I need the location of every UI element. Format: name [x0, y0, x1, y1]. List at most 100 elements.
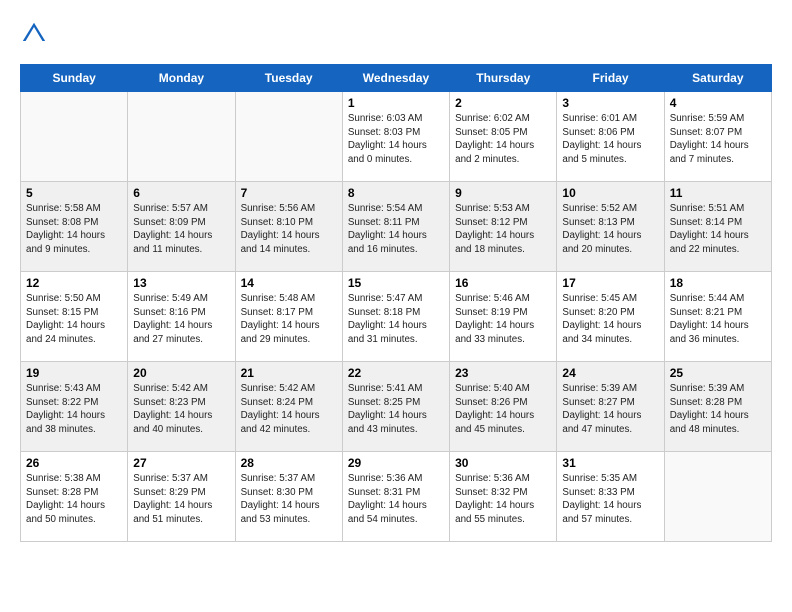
- calendar-cell: 17Sunrise: 5:45 AMSunset: 8:20 PMDayligh…: [557, 272, 664, 362]
- calendar-cell: 4Sunrise: 5:59 AMSunset: 8:07 PMDaylight…: [664, 92, 771, 182]
- sunrise-text: Sunrise: 5:43 AM: [26, 383, 101, 394]
- sunset-text: Sunset: 8:25 PM: [348, 397, 420, 408]
- calendar-cell: 23Sunrise: 5:40 AMSunset: 8:26 PMDayligh…: [450, 362, 557, 452]
- sunset-text: Sunset: 8:07 PM: [670, 127, 742, 138]
- sunset-text: Sunset: 8:28 PM: [26, 487, 98, 498]
- page-header: [20, 20, 772, 48]
- daylight-hours: Daylight: 14 hours: [670, 140, 749, 151]
- calendar-cell: 29 Sunrise: 5:36 AM Sunset: 8:31 PM Dayligh…: [342, 452, 449, 542]
- calendar-header: SundayMondayTuesdayWednesdayThursdayFrid…: [21, 65, 772, 92]
- day-number: 15: [348, 276, 444, 290]
- day-number: 19: [26, 366, 122, 380]
- daylight-minutes: and 16 minutes.: [348, 244, 418, 255]
- sunset-text: Sunset: 8:31 PM: [348, 487, 420, 498]
- day-info: Sunrise: 5:46 AMSunset: 8:19 PMDaylight:…: [455, 292, 551, 347]
- sunset-text: Sunset: 8:08 PM: [26, 217, 98, 228]
- day-number: 13: [133, 276, 229, 290]
- calendar-cell: 22Sunrise: 5:41 AMSunset: 8:25 PMDayligh…: [342, 362, 449, 452]
- daylight-minutes: and 14 minutes.: [241, 244, 311, 255]
- day-info: Sunrise: 5:36 AM Sunset: 8:31 PM Daylight:…: [348, 472, 444, 527]
- daylight-hours: Daylight: 14 hours: [562, 140, 641, 151]
- day-header-saturday: Saturday: [664, 65, 771, 92]
- daylight-hours: Daylight: 14 hours: [133, 320, 212, 331]
- day-number: 3: [562, 96, 658, 110]
- day-number: 28: [241, 456, 337, 470]
- daylight-minutes: and 24 minutes.: [26, 334, 96, 345]
- calendar-cell: 5Sunrise: 5:58 AMSunset: 8:08 PMDaylight…: [21, 182, 128, 272]
- sunset-text: Sunset: 8:19 PM: [455, 307, 527, 318]
- calendar-cell: 31Sunrise: 5:35 AMSunset: 8:33 PMDayligh…: [557, 452, 664, 542]
- daylight-hours: Daylight: 14 hours: [241, 230, 320, 241]
- calendar-week-1: 1Sunrise: 6:03 AMSunset: 8:03 PMDaylight…: [21, 92, 772, 182]
- daylight-minutes: and 47 minutes.: [562, 424, 632, 435]
- day-info: Sunrise: 5:47 AMSunset: 8:18 PMDaylight:…: [348, 292, 444, 347]
- day-info: Sunrise: 5:56 AMSunset: 8:10 PMDaylight:…: [241, 202, 337, 257]
- calendar-cell: 11 Sunrise: 5:51 AMSunset: 8:14 PMDayligh…: [664, 182, 771, 272]
- day-info: Sunrise: 5:38 AMSunset: 8:28 PMDaylight:…: [26, 472, 122, 527]
- calendar-body: 1Sunrise: 6:03 AMSunset: 8:03 PMDaylight…: [21, 92, 772, 542]
- daylight-hours: Daylight: 14 hours: [562, 410, 641, 421]
- day-info: Sunrise: 5:45 AMSunset: 8:20 PMDaylight:…: [562, 292, 658, 347]
- day-number: 10: [562, 186, 658, 200]
- sunset-text: Sunset: 8:22 PM: [26, 397, 98, 408]
- daylight-minutes: and 7 minutes.: [670, 154, 734, 165]
- sunset-text: Sunset: 8:17 PM: [241, 307, 313, 318]
- daylight-hours: Daylight: 14 hours: [348, 320, 427, 331]
- day-header-monday: Monday: [128, 65, 235, 92]
- day-info: Sunrise: 5:44 AMSunset: 8:21 PMDaylight:…: [670, 292, 766, 347]
- day-number: 7: [241, 186, 337, 200]
- day-number: 11: [670, 186, 766, 200]
- day-header-sunday: Sunday: [21, 65, 128, 92]
- sunrise-text: Sunrise: 5:54 AM: [348, 203, 423, 214]
- sunset-text: Sunset: 8:32 PM: [455, 487, 527, 498]
- daylight-hours: Daylight: 14 hours: [348, 500, 427, 511]
- calendar-cell: 16 Sunrise: 5:46 AMSunset: 8:19 PMDayligh…: [450, 272, 557, 362]
- calendar-cell: 20Sunrise: 5:42 AMSunset: 8:23 PMDayligh…: [128, 362, 235, 452]
- sunrise-text: Sunrise: 5:36 AM: [348, 473, 423, 484]
- daylight-hours: Daylight: 14 hours: [241, 500, 320, 511]
- daylight-minutes: and 5 minutes.: [562, 154, 626, 165]
- daylight-minutes: and 45 minutes.: [455, 424, 525, 435]
- calendar-cell: 27Sunrise: 5:37 AMSunset: 8:29 PMDayligh…: [128, 452, 235, 542]
- day-number: 25: [670, 366, 766, 380]
- daylight-minutes: and 43 minutes.: [348, 424, 418, 435]
- day-number: 30: [455, 456, 551, 470]
- calendar-cell: 14Sunrise: 5:48 AMSunset: 8:17 PMDayligh…: [235, 272, 342, 362]
- day-info: Sunrise: 5:42 AMSunset: 8:23 PMDaylight:…: [133, 382, 229, 437]
- calendar-cell: 18Sunrise: 5:44 AMSunset: 8:21 PMDayligh…: [664, 272, 771, 362]
- day-info: Sunrise: 5:35 AMSunset: 8:33 PMDaylight:…: [562, 472, 658, 527]
- daylight-minutes: and 34 minutes.: [562, 334, 632, 345]
- daylight-hours: Daylight: 14 hours: [348, 410, 427, 421]
- calendar-cell: 24Sunrise: 5:39 AMSunset: 8:27 PMDayligh…: [557, 362, 664, 452]
- daylight-minutes: and 29 minutes.: [241, 334, 311, 345]
- day-info: Sunrise: 5:49 AMSunset: 8:16 PMDaylight:…: [133, 292, 229, 347]
- calendar-cell: 10Sunrise: 5:52 AMSunset: 8:13 PMDayligh…: [557, 182, 664, 272]
- sunrise-text: Sunrise: 5:51 AM: [670, 203, 745, 214]
- calendar-cell: 26Sunrise: 5:38 AMSunset: 8:28 PMDayligh…: [21, 452, 128, 542]
- daylight-hours: Daylight: 14 hours: [26, 410, 105, 421]
- day-header-tuesday: Tuesday: [235, 65, 342, 92]
- day-info: Sunrise: 5:54 AMSunset: 8:11 PMDaylight:…: [348, 202, 444, 257]
- day-info: Sunrise: 5:39 AMSunset: 8:27 PMDaylight:…: [562, 382, 658, 437]
- day-info: Sunrise: 5:51 AMSunset: 8:14 PMDaylight:…: [670, 202, 766, 257]
- daylight-minutes: and 9 minutes.: [26, 244, 90, 255]
- day-info: Sunrise: 5:39 AMSunset: 8:28 PMDaylight:…: [670, 382, 766, 437]
- sunrise-text: Sunrise: 5:45 AM: [562, 293, 637, 304]
- sunrise-text: Sunrise: 5:37 AM: [133, 473, 208, 484]
- sunset-text: Sunset: 8:16 PM: [133, 307, 205, 318]
- day-number: 29: [348, 456, 444, 470]
- daylight-minutes: and 18 minutes.: [455, 244, 525, 255]
- daylight-hours: Daylight: 14 hours: [26, 320, 105, 331]
- calendar-cell: 8 Sunrise: 5:54 AMSunset: 8:11 PMDaylight…: [342, 182, 449, 272]
- logo: [20, 20, 52, 48]
- daylight-minutes: and 38 minutes.: [26, 424, 96, 435]
- day-number: 16: [455, 276, 551, 290]
- day-number: 8: [348, 186, 444, 200]
- day-info: Sunrise: 5:53 AMSunset: 8:12 PMDaylight:…: [455, 202, 551, 257]
- day-number: 2: [455, 96, 551, 110]
- calendar-week-4: 19 Sunrise: 5:43 AM Sunset: 8:22 PM Dayligh…: [21, 362, 772, 452]
- calendar-cell: 15 Sunrise: 5:47 AMSunset: 8:18 PMDayligh…: [342, 272, 449, 362]
- sunrise-text: Sunrise: 6:01 AM: [562, 113, 637, 124]
- daylight-hours: Daylight: 14 hours: [455, 320, 534, 331]
- sunset-text: Sunset: 8:29 PM: [133, 487, 205, 498]
